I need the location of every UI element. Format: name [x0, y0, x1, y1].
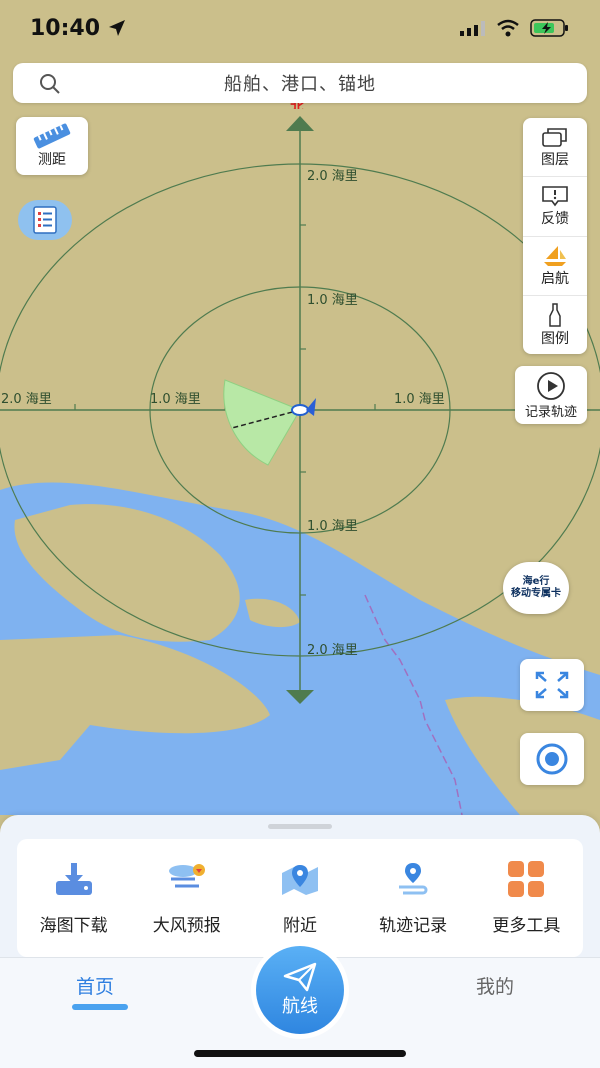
range-label-top-1: 1.0 海里	[307, 293, 358, 308]
tool-nearby[interactable]: 附近	[248, 861, 352, 936]
range-label-right-1: 1.0 海里	[394, 392, 445, 407]
tab-home[interactable]: 首页	[76, 972, 114, 999]
target-icon	[536, 743, 568, 775]
signal-icon	[460, 21, 485, 36]
tool-more-label: 更多工具	[492, 915, 561, 936]
tool-track-record-label: 轨迹记录	[379, 915, 448, 936]
home-indicator	[194, 1050, 406, 1057]
more-icon	[508, 860, 545, 897]
search-bar[interactable]: 船舶、港口、锚地	[13, 63, 587, 103]
legend-icon	[549, 303, 561, 327]
ruler-icon	[33, 123, 71, 149]
promo-badge[interactable]: 海e行 移动专属卡	[503, 562, 569, 614]
toolbar-layers-button[interactable]: 图层	[523, 118, 587, 178]
tab-navigate-label: 航线	[282, 996, 318, 1017]
layers-icon	[542, 128, 567, 147]
bottom-sheet: 海图下载 大风预报 附近 轨迹记录 更多工具 首页 航线 我的	[0, 815, 600, 1068]
toolbar-feedback-button[interactable]: 反馈	[523, 177, 587, 237]
tab-navigate-button[interactable]: 航线	[251, 941, 349, 1039]
tab-home-indicator	[72, 1004, 128, 1010]
range-label-left-2: 2.0 海里	[1, 392, 52, 407]
search-icon	[40, 74, 60, 94]
document-list-icon	[33, 206, 57, 234]
tool-track-record[interactable]: 轨迹记录	[361, 861, 465, 936]
tool-chart-download-label: 海图下载	[39, 915, 108, 936]
record-track-label: 记录轨迹	[524, 404, 577, 420]
tool-wind-forecast[interactable]: 大风预报	[135, 861, 239, 936]
location-arrow-icon	[109, 20, 126, 36]
tab-bar: 首页 航线 我的	[0, 941, 600, 1068]
toolbar-legend-button[interactable]: 图例	[523, 296, 587, 354]
toolbar-feedback-label: 反馈	[541, 211, 569, 228]
locate-button[interactable]	[520, 733, 584, 785]
tool-wind-forecast-label: 大风预报	[152, 915, 221, 936]
status-time: 10:40	[30, 16, 126, 41]
promo-badge-line1: 海e行	[522, 576, 550, 587]
measure-distance-button[interactable]: 测距	[16, 117, 88, 175]
tab-mine[interactable]: 我的	[476, 972, 514, 999]
status-bar: 10:40	[0, 0, 600, 56]
paper-plane-icon	[283, 962, 317, 992]
range-label-bottom-2: 2.0 海里	[307, 643, 358, 658]
toolbar-sail-button[interactable]: 启航	[523, 237, 587, 296]
wind-icon	[168, 863, 205, 887]
feedback-icon	[542, 186, 568, 207]
measure-label: 测距	[38, 152, 66, 168]
tool-grid: 海图下载 大风预报 附近 轨迹记录 更多工具	[17, 839, 583, 957]
list-button[interactable]	[18, 200, 72, 240]
toolbar-layers-label: 图层	[541, 152, 569, 169]
range-label-left-1: 1.0 海里	[150, 392, 201, 407]
range-label-bottom-1: 1.0 海里	[307, 519, 358, 534]
wifi-icon	[497, 19, 519, 37]
tool-chart-download[interactable]: 海图下载	[22, 861, 126, 936]
play-icon	[537, 371, 565, 400]
search-placeholder: 船舶、港口、锚地	[224, 74, 376, 95]
sail-icon	[544, 245, 566, 266]
range-label-top-2: 2.0 海里	[307, 169, 358, 184]
download-icon	[55, 862, 92, 895]
record-track-button[interactable]: 记录轨迹	[515, 366, 587, 424]
track-icon	[399, 862, 428, 894]
expand-icon	[535, 671, 569, 699]
tool-nearby-label: 附近	[282, 915, 317, 936]
nearby-icon	[281, 864, 318, 895]
sheet-handle[interactable]	[268, 824, 332, 829]
promo-badge-line2: 移动专属卡	[511, 588, 561, 599]
toolbar-legend-label: 图例	[541, 330, 569, 347]
toolbar-sail-label: 启航	[541, 270, 569, 287]
fullscreen-button[interactable]	[520, 659, 584, 711]
map-toolbar: 图层 反馈 启航 图例	[523, 118, 587, 354]
battery-icon	[530, 19, 568, 37]
tool-more[interactable]: 更多工具	[474, 860, 578, 936]
